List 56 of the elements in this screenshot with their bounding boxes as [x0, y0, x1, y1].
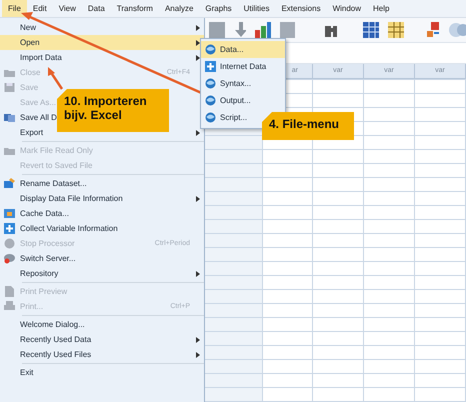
value-labels-icon[interactable]	[426, 22, 440, 38]
menu-bar-item[interactable]: View	[52, 0, 82, 17]
menu-item[interactable]: Open	[0, 35, 204, 50]
globe-icon	[205, 95, 216, 106]
submenu-arrow-icon	[196, 54, 200, 60]
callout-tooltip: 10. Importeren bijv. Excel	[57, 89, 169, 132]
menu-bar-item[interactable]: Window	[326, 0, 368, 17]
menu-bar-item[interactable]: Utilities	[238, 0, 276, 17]
menu-item[interactable]: Import Data	[0, 50, 204, 65]
submenu-arrow-icon	[196, 196, 200, 202]
menu-bar-item[interactable]: File	[2, 0, 27, 17]
globe-icon	[205, 78, 216, 89]
grid-icon[interactable]	[388, 22, 404, 38]
submenu-arrow-icon	[196, 336, 200, 342]
submenu-arrow-icon	[196, 270, 200, 276]
submenu-arrow-icon	[196, 130, 200, 136]
menu-item[interactable]: Cache Data...	[0, 206, 204, 221]
submenu-arrow-icon	[196, 24, 200, 30]
server-icon	[4, 253, 15, 264]
menu-item[interactable]: Display Data File Information	[0, 191, 204, 206]
menu-bar-item[interactable]: Graphs	[199, 0, 238, 17]
dataset-edit-icon	[4, 178, 15, 189]
submenu-item[interactable]: Syntax...	[201, 75, 285, 92]
menu-item[interactable]: Welcome Dialog...	[0, 317, 204, 332]
menu-bar-item[interactable]: Edit	[26, 0, 53, 17]
menu-bar-item[interactable]: Data	[82, 0, 111, 17]
cache-icon	[4, 208, 15, 219]
stop-icon	[4, 238, 15, 249]
folder-icon	[4, 145, 15, 156]
submenu-arrow-icon	[196, 40, 200, 46]
printer-icon	[4, 301, 15, 312]
submenu-arrow-icon	[196, 352, 200, 358]
menu-bar-item[interactable]: Extensions	[275, 0, 327, 17]
globe-icon	[205, 112, 216, 123]
menu-item[interactable]: Repository	[0, 266, 204, 281]
chart-icon[interactable]	[255, 22, 272, 38]
menu-item[interactable]: Switch Server...	[0, 251, 204, 266]
menu-bar-item[interactable]: Transform	[110, 0, 159, 17]
menu-item[interactable]: New	[0, 20, 204, 35]
globe-icon	[205, 44, 216, 55]
menu-item[interactable]: Recently Used Data	[0, 332, 204, 347]
download-icon[interactable]	[234, 22, 246, 38]
folder-icon	[4, 67, 15, 78]
plus-icon	[205, 61, 216, 72]
callout-tooltip: 4. File-menu	[262, 112, 354, 140]
submenu-item[interactable]: Output...	[201, 92, 285, 109]
menu-item[interactable]: Rename Dataset...	[0, 176, 204, 191]
menu-bar-item[interactable]: Help	[367, 0, 396, 17]
menu-item[interactable]: Exit	[0, 365, 204, 380]
plus-icon	[4, 223, 15, 234]
menu-item[interactable]: Collect Variable Information	[0, 221, 204, 236]
menu-bar-item[interactable]: Analyze	[158, 0, 200, 17]
submenu-item[interactable]: Data...	[201, 41, 285, 58]
print-preview-icon	[4, 286, 15, 297]
floppy-disks-icon	[4, 112, 15, 123]
menu-item[interactable]: Recently Used Files	[0, 347, 204, 362]
